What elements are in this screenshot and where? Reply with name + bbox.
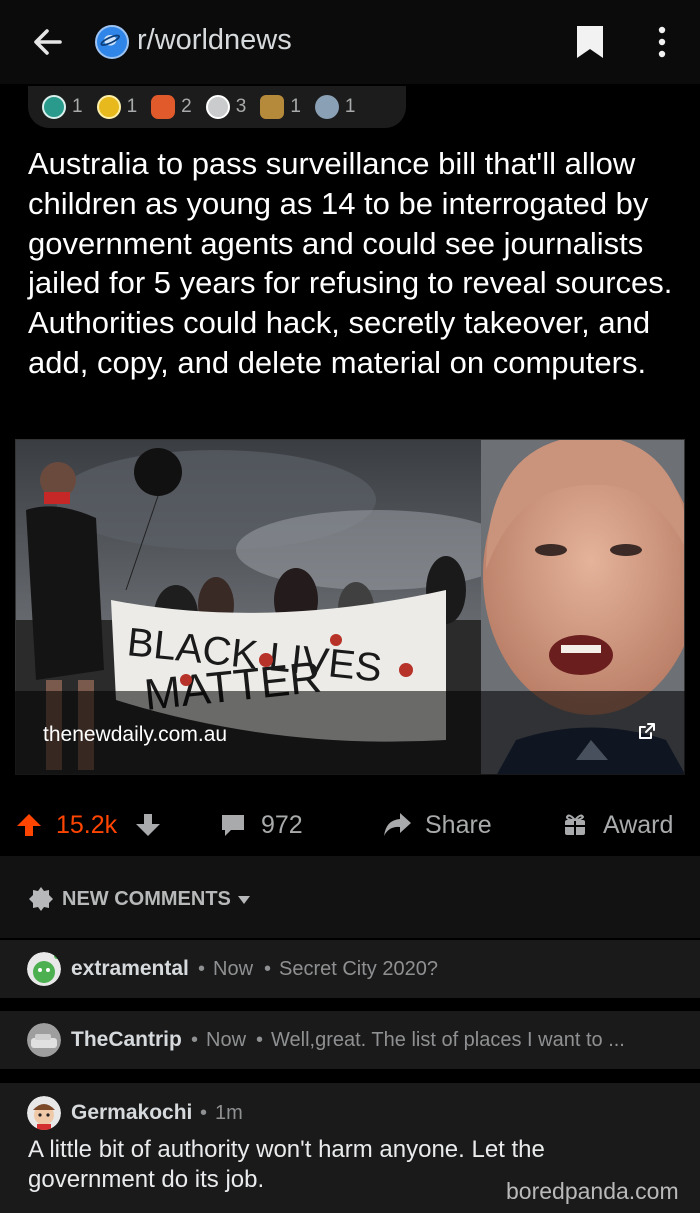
comment-collapsed[interactable]: extramental • Now • Secret City 2020? <box>0 940 700 998</box>
arrow-left-icon[interactable] <box>28 22 68 62</box>
award-item[interactable]: 2 <box>151 95 192 119</box>
downvote-arrow-icon[interactable] <box>135 812 161 838</box>
award-item[interactable]: 1 <box>96 95 138 119</box>
comment-divider <box>0 998 700 1011</box>
award-count: 1 <box>126 96 138 117</box>
sort-label[interactable]: NEW COMMENTS <box>62 888 231 911</box>
gift-icon[interactable] <box>562 811 588 837</box>
award-count: 1 <box>344 96 356 117</box>
caret-down-icon[interactable] <box>236 894 252 906</box>
comment-time: 1m <box>215 1102 243 1124</box>
comment-divider <box>0 1069 700 1082</box>
upvote-arrow-icon[interactable] <box>16 812 42 838</box>
comment-author[interactable]: extramental <box>71 957 189 981</box>
subreddit-name[interactable]: r/worldnews <box>137 24 292 57</box>
award-item[interactable]: 1 <box>42 95 83 119</box>
comment-preview[interactable]: Secret City 2020? <box>279 958 438 981</box>
more-vertical-icon[interactable] <box>648 22 676 62</box>
comment-time: Now <box>206 1029 247 1051</box>
comment-meta-sep: • <box>264 958 272 980</box>
wholesome-award-icon <box>151 95 176 119</box>
vote-score: 15.2k <box>56 811 118 839</box>
post-action-bar: 15.2k 972 Share Award <box>0 778 700 856</box>
comment-count[interactable]: 972 <box>261 811 303 840</box>
gold-award-icon <box>96 95 121 119</box>
link-domain[interactable]: thenewdaily.com.au <box>43 723 227 747</box>
comment-collapsed[interactable]: TheCantrip • Now • Well,great. The list … <box>0 1011 700 1069</box>
user-avatar-icon[interactable] <box>27 952 61 986</box>
comment-author[interactable]: TheCantrip <box>71 1028 182 1052</box>
external-link-icon[interactable] <box>637 721 657 741</box>
comment-bubble-icon[interactable] <box>219 811 247 839</box>
facepalm-award-icon <box>314 95 339 119</box>
comment-preview[interactable]: Well,great. The list of places I want to… <box>271 1029 625 1052</box>
award-item[interactable]: 1 <box>314 95 356 119</box>
subreddit-icon[interactable] <box>95 25 129 59</box>
comment-meta-sep: • <box>198 958 206 980</box>
user-avatar-icon[interactable] <box>27 1023 61 1057</box>
bookmark-icon[interactable] <box>574 22 606 62</box>
comment-author[interactable]: Germakochi <box>71 1101 192 1125</box>
share-arrow-icon[interactable] <box>382 810 412 838</box>
award-count: 3 <box>235 96 247 117</box>
award-button[interactable]: Award <box>603 811 673 840</box>
award-item[interactable]: 1 <box>260 95 301 119</box>
eagle-award-icon <box>260 95 285 119</box>
comment-meta-sep: • <box>256 1029 264 1051</box>
silver-award-icon <box>205 95 230 119</box>
post-title[interactable]: Australia to pass surveillance bill that… <box>28 144 678 383</box>
helpful-award-icon <box>42 95 66 119</box>
top-app-bar: r/worldnews <box>0 0 700 84</box>
source-watermark: boredpanda.com <box>506 1178 679 1204</box>
award-count: 2 <box>181 96 192 117</box>
comment-meta-sep: • <box>191 1029 199 1051</box>
award-item[interactable]: 3 <box>205 95 247 119</box>
comment-sort-bar[interactable]: NEW COMMENTS <box>0 856 700 938</box>
comment-meta-sep: • <box>200 1102 208 1124</box>
user-avatar-icon[interactable] <box>27 1096 61 1130</box>
comment-time: Now <box>213 958 254 980</box>
award-count: 1 <box>290 96 301 117</box>
awards-row[interactable]: 1 1 2 3 1 1 <box>28 86 406 128</box>
new-badge-icon <box>29 887 53 911</box>
share-button[interactable]: Share <box>425 811 492 840</box>
award-count: 1 <box>72 96 83 117</box>
